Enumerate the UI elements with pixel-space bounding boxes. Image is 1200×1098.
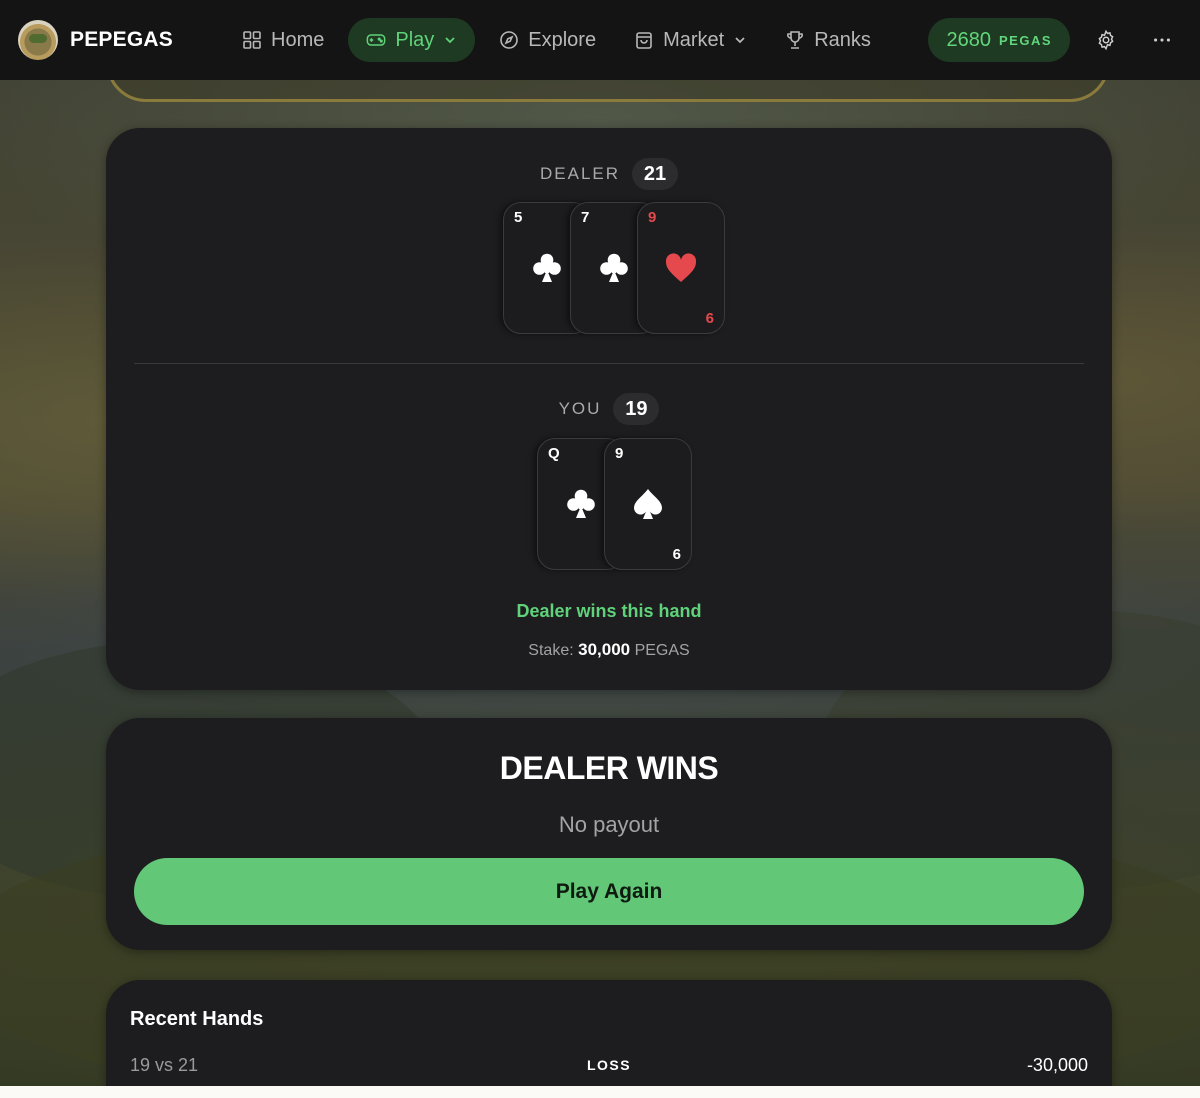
pepe-logo-icon [18,20,58,60]
recent-hands-title: Recent Hands [130,1008,264,1030]
grid-icon [243,31,261,49]
card-rank-bottom: 6 [705,310,714,327]
dealer-hand-header: DEALER 21 [106,158,1112,190]
card-rank: Q [548,445,560,462]
spades-suit-icon [631,487,665,521]
settings-button[interactable] [1086,20,1126,60]
nav-item-home[interactable]: Home [228,18,338,62]
nav-item-label: Ranks [814,28,871,51]
dealer-cards: 5796 [503,202,725,336]
player-cards: Q96 [537,438,693,572]
result-subtitle: No payout [558,812,660,837]
brand[interactable]: PEPEGAS [18,20,228,60]
top-navigation-bar: PEPEGAS Home Play Explore Market Ranks 2… [0,0,1200,80]
hand-outcome-text: Dealer wins this hand [516,601,702,621]
blackjack-table-card: DEALER 21 5796 YOU 19 Q96 Dealer wins th… [106,128,1112,690]
card-rank: 9 [648,209,657,226]
nav-item-explore[interactable]: Explore [485,18,610,62]
nav-item-play[interactable]: Play [348,18,476,62]
chevron-down-icon [735,37,745,44]
stake-currency: PEGAS [634,642,690,659]
clubs-suit-icon [564,487,598,521]
hearts-suit-icon [664,251,698,285]
brand-name: PEPEGAS [70,28,173,51]
shopping-bag-icon [636,32,652,49]
dealer-label: DEALER [539,164,621,183]
trophy-icon [787,31,804,49]
player-score: 19 [613,393,660,425]
card-rank-bottom: 6 [672,546,681,563]
gamepad-icon [366,34,386,46]
clubs-suit-icon [597,251,631,285]
dealer-card: 96 [637,202,725,334]
nav-item-label: Market [663,28,725,51]
dealer-score: 21 [632,158,679,190]
hand-divider [134,363,1084,364]
nav-item-label: Home [271,28,325,51]
stake-line: Stake: 30,000 PEGAS [106,640,1112,660]
nav-item-label: Play [395,28,435,51]
gear-icon [1098,29,1114,51]
balance-badge[interactable]: 2680 PEGAS [928,18,1070,62]
list-item: 19 vs 21 LOSS -30,000 [130,1052,1088,1078]
nav-item-market[interactable]: Market [620,18,761,62]
nav-item-ranks[interactable]: Ranks [771,18,885,62]
player-hand-header: YOU 19 [106,393,1112,425]
stake-amount: 30,000 [578,640,631,659]
hand-result: LOSS [586,1057,632,1073]
balance-currency: PEGAS [998,32,1052,48]
hand-summary: 19 vs 21 [130,1054,199,1075]
page-bottom-strip [0,1086,1200,1098]
card-rank: 7 [581,209,590,226]
compass-icon [500,31,519,49]
result-card: DEALER WINS No payout Play Again [106,718,1112,950]
hand-amount: -30,000 [1026,1054,1088,1075]
balance-amount: 2680 [946,28,991,51]
result-title: DEALER WINS [499,750,719,786]
clubs-suit-icon [530,251,564,285]
main-nav: Home Play Explore Market Ranks [228,18,885,62]
chevron-down-icon [445,37,455,44]
card-rank: 9 [615,445,624,462]
player-label: YOU [558,399,602,418]
play-again-button[interactable]: Play Again [134,858,1084,925]
nav-item-label: Explore [528,28,597,51]
recent-hands-card: Recent Hands 19 vs 21 LOSS -30,000 [106,980,1112,1098]
card-rank: 5 [514,209,523,226]
stake-label: Stake: [528,642,574,659]
more-button[interactable] [1142,20,1182,60]
player-card: 96 [604,438,692,570]
more-dots-icon [1154,38,1170,42]
